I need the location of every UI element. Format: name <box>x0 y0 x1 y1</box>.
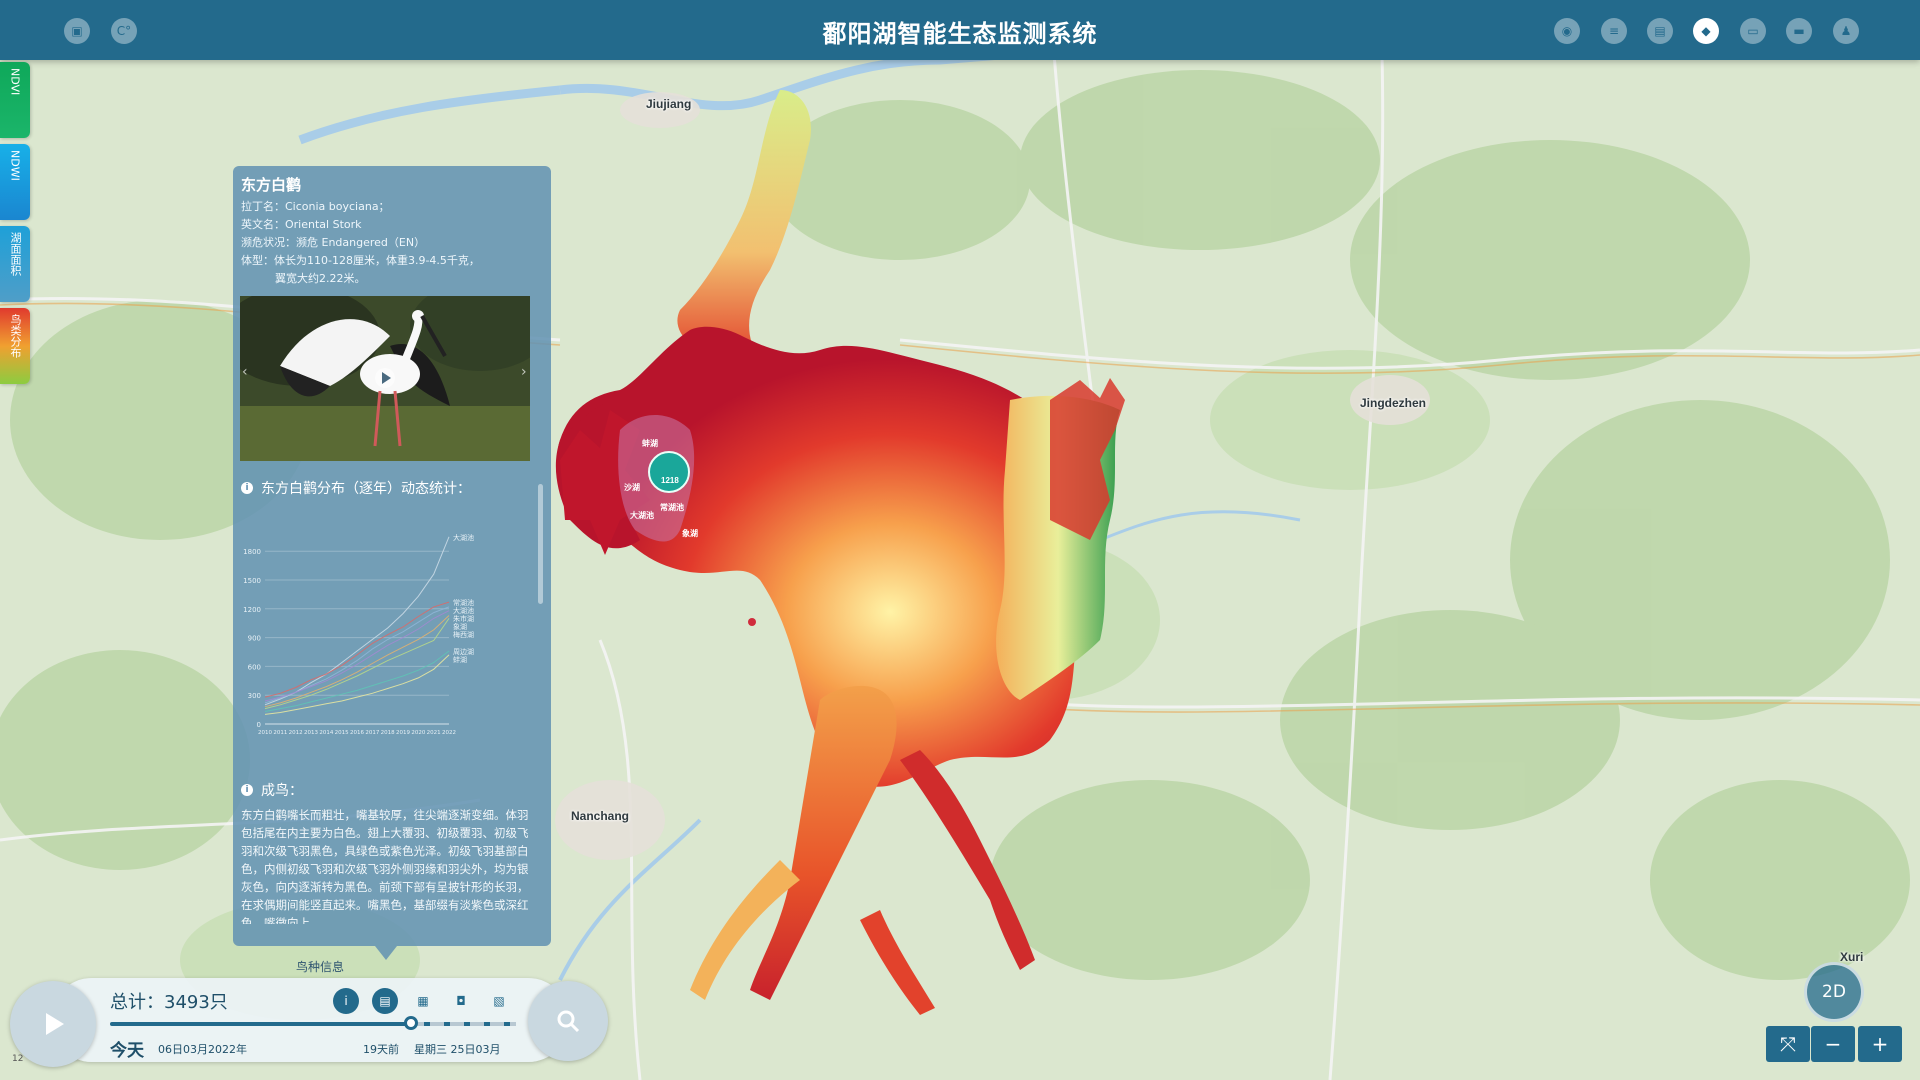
marker-label-dahuchi: 大湖池 <box>630 511 654 520</box>
chart-legend-label: 周边湖 <box>453 647 474 656</box>
timeline-slider-thumb[interactable] <box>404 1016 418 1030</box>
species-name: 东方白鹳 <box>241 176 302 194</box>
species-latin-name: 拉丁名：Ciconia boyciana； <box>241 200 390 213</box>
chart-legend-label: 常湖池 <box>453 598 474 607</box>
chart-y-tick-label: 1500 <box>243 577 261 585</box>
chart-legend-label: 梅西湖 <box>453 630 474 639</box>
chart-legend-label: 象湖 <box>453 622 467 631</box>
search-button[interactable] <box>528 981 608 1061</box>
tab-lake-area[interactable]: 湖面面积 <box>0 226 30 302</box>
chart-x-tick-label: 2015 <box>335 730 349 736</box>
marker-label-xianghu: 象湖 <box>682 529 698 538</box>
marker-label-shahu: 沙湖 <box>624 483 640 492</box>
report-icon[interactable]: ▤ <box>1647 18 1673 44</box>
play-icon <box>46 1013 64 1035</box>
stork-photo-illustration <box>240 296 530 461</box>
distribution-line-chart: 03006009001200150018002010 2011 2012 2013 20… <box>243 533 474 736</box>
today-label: 今天 <box>110 1041 144 1061</box>
adult-section-title-text: 成鸟： <box>261 783 303 799</box>
species-size: 体型：体长为110-128厘米，体重3.9-4.5千克， <box>241 254 480 267</box>
panel-pointer <box>375 946 397 960</box>
marker-label-banghu: 蚌湖 <box>642 439 658 448</box>
zoom-out-button[interactable]: − <box>1811 1026 1855 1062</box>
species-status: 濒危状况：濒危 Endangered（EN） <box>241 236 426 249</box>
info-icon[interactable]: i <box>333 988 359 1014</box>
chart-x-tick-label: 2019 <box>396 730 410 736</box>
chart-x-tick-label: 2021 <box>427 730 441 736</box>
total-count: 总计：3493只 <box>110 992 228 1013</box>
chart-legend-label: 大湖池 <box>453 533 474 542</box>
chart-y-tick-label: 300 <box>248 692 261 700</box>
chart-x-tick-label: 2014 <box>319 730 333 736</box>
species-english-name: 英文名：Oriental Stork <box>241 218 362 231</box>
top-header: 鄱阳湖智能生态监测系统 ▣ C° ◉ ≡ ▤ ◆ ▭ ▬ ♟ <box>0 0 1920 60</box>
chart-x-tick-label: 2012 <box>289 730 303 736</box>
monitor-icon[interactable]: ▭ <box>1740 18 1766 44</box>
city-label-jingdezhen: Jingdezhen <box>1360 396 1427 410</box>
tab-ndvi[interactable]: NDVI <box>0 62 30 138</box>
chart-x-tick-label: 2022 <box>442 730 456 736</box>
timeline-control: 总计：3493只 i ▤ ▦ ◘ ▧ 今天 06日03月2022年 19天前 星… <box>0 978 608 1078</box>
current-date: 星期三 25日03月 <box>414 1043 501 1056</box>
photo-next-icon[interactable]: › <box>521 364 531 388</box>
chart-series-line <box>264 601 450 698</box>
species-photo[interactable] <box>240 296 530 461</box>
chart-x-tick-label: 2016 <box>350 730 364 736</box>
chart-x-tick-label: 2017 <box>365 730 379 736</box>
panel-scrollbar[interactable] <box>538 484 543 604</box>
zoom-in-button[interactable]: + <box>1858 1026 1902 1062</box>
species-info-panel: 东方白鹳 拉丁名：Ciconia boyciana； 英文名：Oriental … <box>233 166 551 946</box>
adult-description: 东方白鹳嘴长而粗壮，嘴基较厚，往尖端逐渐变细。体羽包括尾在内主要为白色。翅上大覆… <box>241 808 529 924</box>
cluster-count[interactable]: 1218 <box>661 476 679 485</box>
photo-prev-icon[interactable]: ‹ <box>242 364 252 388</box>
location-icon[interactable]: ◉ <box>1554 18 1580 44</box>
bird-info-label: 鸟种信息 <box>296 960 345 974</box>
fullscreen-icon[interactable]: ⤧ <box>1766 1026 1810 1062</box>
document-icon[interactable]: ▣ <box>64 18 90 44</box>
chart-legend-label: 大湖池 <box>453 606 474 615</box>
city-label-jiujiang: Jiujiang <box>646 97 692 111</box>
info-icon: i <box>241 482 253 494</box>
tab-ndwi[interactable]: NDWI <box>0 144 30 220</box>
chart-section-title: i 东方白鹳分布（逐年）动态统计： <box>241 478 471 498</box>
chart-y-tick-label: 0 <box>257 721 261 729</box>
chart-series-line <box>264 654 450 715</box>
search-icon <box>557 1010 580 1033</box>
chart-y-tick-label: 1200 <box>243 606 261 614</box>
start-date: 06日03月2022年 <box>158 1043 247 1056</box>
refresh-icon[interactable]: C° <box>111 18 137 44</box>
user-icon[interactable]: ♟ <box>1833 18 1859 44</box>
list-icon[interactable]: ▤ <box>372 988 398 1014</box>
tab-bird-distribution[interactable]: 鸟类分布 <box>0 308 30 384</box>
chart-section-title-text: 东方白鹳分布（逐年）动态统计： <box>261 481 471 497</box>
info-icon: i <box>241 784 253 796</box>
app-title: 鄱阳湖智能生态监测系统 <box>822 20 1098 48</box>
city-label-nanchang: Nanchang <box>571 809 630 823</box>
chart-legend-label: 蚌湖 <box>453 655 467 664</box>
timeline-slider-remaining[interactable] <box>410 1022 516 1026</box>
view-mode-toggle[interactable]: 2D <box>1804 962 1864 1022</box>
days-ago: 19天前 <box>363 1043 399 1056</box>
adult-section-title: i 成鸟： <box>241 780 303 800</box>
chart-x-tick-label: 2013 <box>304 730 318 736</box>
chart-y-tick-label: 600 <box>248 663 261 671</box>
chart-x-tick-label: 2010 <box>258 730 272 736</box>
city-label-xuri: Xuri <box>1840 950 1864 964</box>
chart-x-tick-label: 2011 <box>273 730 287 736</box>
table-icon[interactable]: ▦ <box>410 988 436 1014</box>
chart-y-tick-label: 900 <box>248 635 261 643</box>
message-icon[interactable]: ▬ <box>1786 18 1812 44</box>
layers-icon[interactable]: ◆ <box>1693 18 1719 44</box>
chart-icon[interactable]: ◘ <box>448 988 474 1014</box>
chart-y-tick-label: 1800 <box>243 548 261 556</box>
scale-label: 12 <box>12 1054 24 1064</box>
marker-label-changhuchi: 常湖池 <box>660 503 684 512</box>
chart-series-line <box>264 610 450 702</box>
species-wingspan: 翼宽大约2.22米。 <box>275 272 366 285</box>
note-icon[interactable]: ▧ <box>486 988 512 1014</box>
database-icon[interactable]: ≡ <box>1601 18 1627 44</box>
chart-legend-label: 朱市湖 <box>453 614 474 623</box>
chart-x-tick-label: 2020 <box>411 730 425 736</box>
chart-x-tick-label: 2018 <box>381 730 395 736</box>
